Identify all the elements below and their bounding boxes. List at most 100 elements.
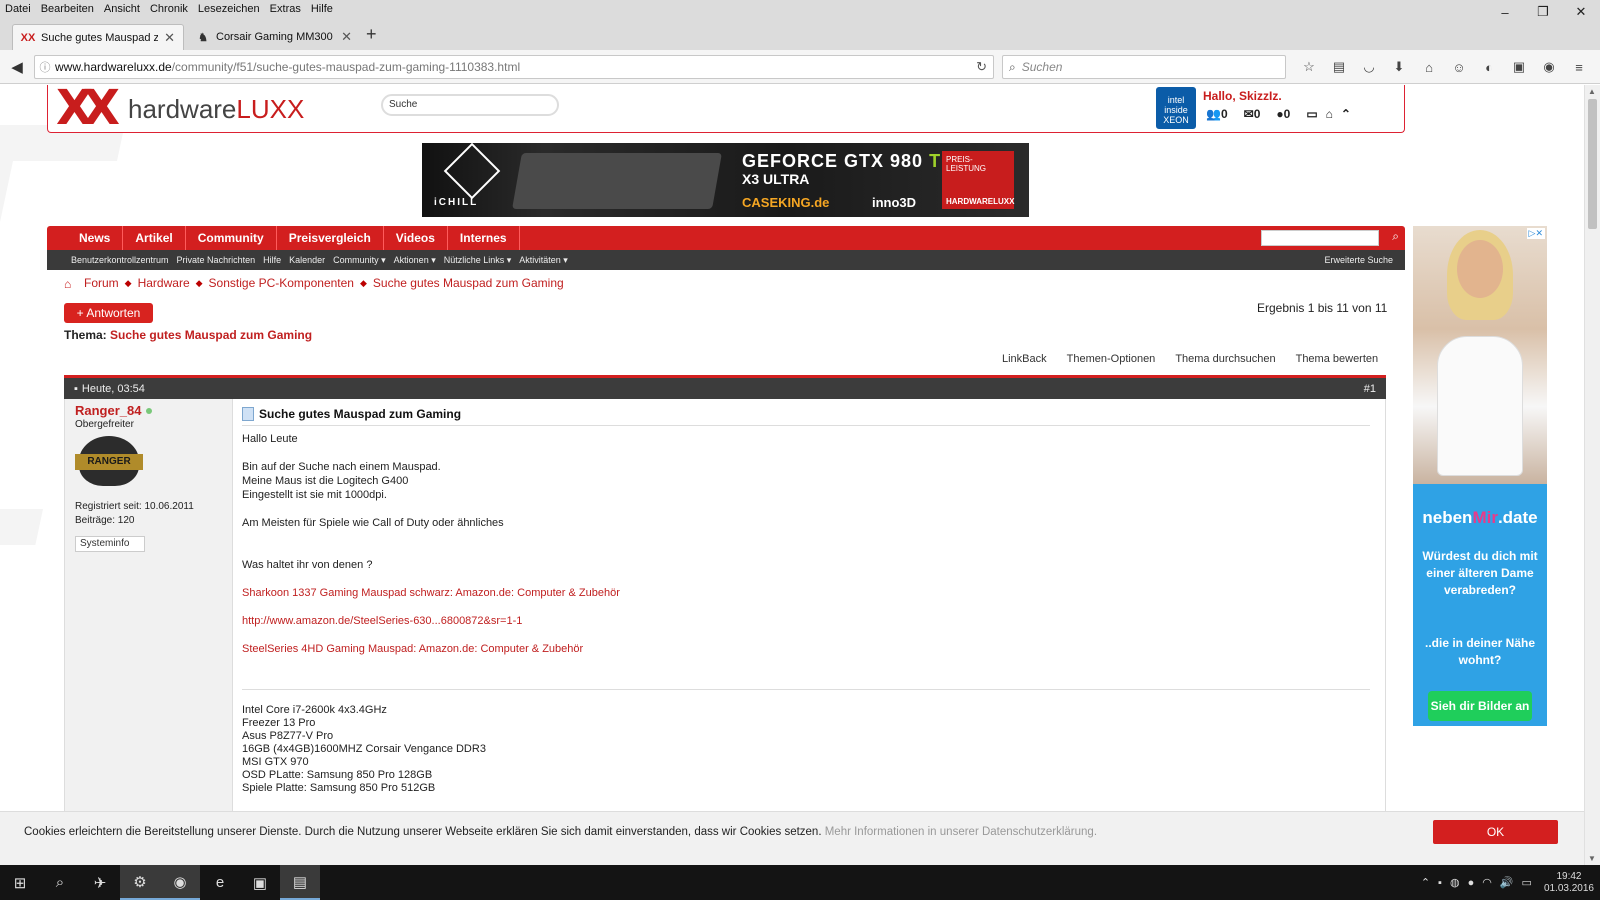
steam-icon[interactable]: ⚙ — [120, 865, 160, 900]
collapse-icon[interactable]: ⌃ — [1341, 107, 1351, 121]
nav-news[interactable]: News — [67, 226, 124, 250]
store-icon[interactable]: ▣ — [240, 865, 280, 900]
menu-datei[interactable]: Datei — [0, 3, 36, 15]
nav-search-icon[interactable]: ⌕ — [1392, 229, 1399, 244]
advanced-search-link[interactable]: Erweiterte Suche — [1324, 255, 1393, 265]
banner-shop: CASEKING.de — [742, 195, 830, 210]
profile-icon[interactable]: ●0 — [1276, 107, 1298, 121]
ad-cta-button[interactable]: Sieh dir Bilder an — [1428, 691, 1532, 721]
subnav-item[interactable]: Aktionen ▾ — [390, 255, 440, 266]
home-nav-icon[interactable]: ⌂ — [1326, 107, 1333, 121]
notifications-icon[interactable]: ▭ — [1522, 876, 1532, 889]
pocket-icon[interactable]: ◡ — [1354, 55, 1384, 79]
bird-app-icon[interactable]: ✈ — [80, 865, 120, 900]
nav-search-input[interactable] — [1261, 230, 1379, 246]
subnav-item[interactable]: Hilfe — [259, 255, 285, 265]
nav-videos[interactable]: Videos — [384, 226, 448, 250]
steam-tray-icon[interactable]: ◍ — [1450, 876, 1460, 889]
messages-icon[interactable]: ▭ — [1306, 107, 1317, 121]
product-link[interactable]: Sharkoon 1337 Gaming Mauspad schwarz: Am… — [242, 586, 1370, 600]
reload-icon[interactable]: ↻ — [976, 59, 987, 75]
avatar[interactable]: RANGER — [75, 434, 143, 490]
subnav-item[interactable]: Benutzerkontrollzentrum — [67, 255, 173, 265]
search-thread-link[interactable]: Thema durchsuchen — [1175, 353, 1275, 365]
privacy-link[interactable]: Mehr Informationen in unserer Datenschut… — [825, 826, 1097, 838]
thread-options-link[interactable]: Themen-Optionen — [1067, 353, 1156, 365]
site-logo-text[interactable]: hardwareLUXX — [128, 94, 304, 125]
network-icon[interactable]: ◠ — [1482, 876, 1492, 889]
hamburger-menu-icon[interactable]: ≡ — [1564, 55, 1594, 79]
norton-tray-icon[interactable]: ● — [1468, 877, 1475, 889]
menu-chronik[interactable]: Chronik — [145, 3, 193, 15]
subnav-item[interactable]: Community ▾ — [329, 255, 390, 266]
gpu-banner-ad[interactable]: iCHILL GEFORCE GTX 980 Ti X3 ULTRA CASEK… — [422, 142, 1029, 217]
new-tab-icon[interactable]: + — [366, 24, 377, 45]
tab-close-icon[interactable]: ✕ — [164, 30, 175, 46]
nav-preisvergleich[interactable]: Preisvergleich — [277, 226, 384, 250]
subnav-item[interactable]: Nützliche Links ▾ — [440, 255, 516, 266]
menu-extras[interactable]: Extras — [265, 3, 306, 15]
cookie-ok-button[interactable]: OK — [1433, 820, 1558, 844]
product-link[interactable]: SteelSeries 4HD Gaming Mauspad: Amazon.d… — [242, 642, 1370, 656]
linkback-link[interactable]: LinkBack — [1002, 353, 1047, 365]
gpu-tray-icon[interactable]: ▪ — [1438, 877, 1442, 889]
nav-internes[interactable]: Internes — [448, 226, 520, 250]
subnav-item[interactable]: Kalender — [285, 255, 329, 265]
subnav-item[interactable]: Aktivitäten ▾ — [515, 255, 572, 266]
site-search-input[interactable]: Suche — [381, 94, 559, 116]
extension-icon[interactable]: ◐ — [1474, 55, 1504, 79]
post-number[interactable]: #1 — [1364, 383, 1376, 395]
edge-icon[interactable]: e — [200, 865, 240, 900]
systeminfo-button[interactable]: Systeminfo — [75, 536, 145, 552]
breadcrumb-thread[interactable]: Suche gutes Mauspad zum Gaming — [373, 276, 564, 290]
tab-corsair[interactable]: ♞ Corsair Gaming MM300 A... ✕ — [188, 24, 360, 50]
volume-icon[interactable]: 🔊 — [1500, 876, 1514, 889]
tray-chevron-icon[interactable]: ⌃ — [1421, 876, 1430, 889]
scroll-up-icon[interactable]: ▲ — [1588, 87, 1596, 96]
menu-hilfe[interactable]: Hilfe — [306, 3, 338, 15]
download-icon[interactable]: ⬇ — [1384, 55, 1414, 79]
subnav-item[interactable]: Private Nachrichten — [173, 255, 260, 265]
ad-close-icon[interactable]: ▷✕ — [1526, 228, 1545, 239]
scroll-thumb[interactable] — [1588, 99, 1597, 229]
intel-xeon-badge[interactable]: intel inside XEON — [1156, 87, 1196, 129]
menu-lesezeichen[interactable]: Lesezeichen — [193, 3, 265, 15]
browser-search-input[interactable]: ⌕ Suchen — [1002, 55, 1286, 79]
nav-artikel[interactable]: Artikel — [123, 226, 186, 250]
reply-button[interactable]: + Antworten — [64, 303, 153, 323]
home-icon[interactable]: ⌂ — [1414, 55, 1444, 79]
scroll-down-icon[interactable]: ▼ — [1588, 854, 1596, 863]
sync-icon[interactable]: ◉ — [1534, 55, 1564, 79]
firefox-icon[interactable]: ◉ — [160, 865, 200, 900]
screenshot-icon[interactable]: ▣ — [1504, 55, 1534, 79]
reading-list-icon[interactable]: ▤ — [1324, 55, 1354, 79]
page-scrollbar[interactable]: ▲ ▼ — [1584, 85, 1600, 865]
tab-active[interactable]: XX Suche gutes Mauspad zu... ✕ — [12, 24, 184, 50]
app-window-icon[interactable]: ▤ — [280, 865, 320, 900]
breadcrumb-forum[interactable]: Forum — [84, 276, 119, 290]
forum-home-icon[interactable]: ⌂ — [64, 277, 78, 291]
breadcrumb-category[interactable]: Sonstige PC-Komponenten — [209, 276, 354, 290]
product-link[interactable]: http://www.amazon.de/SteelSeries-630...6… — [242, 614, 1370, 628]
clock[interactable]: 19:42 01.03.2016 — [1544, 871, 1594, 895]
menu-ansicht[interactable]: Ansicht — [99, 3, 145, 15]
hardwareluxx-logo-icon[interactable]: XX — [56, 85, 120, 132]
post-username[interactable]: Ranger_84 — [75, 403, 222, 418]
windows-start-icon[interactable]: ⊞ — [0, 865, 40, 900]
site-info-icon[interactable]: ⓘ — [35, 59, 55, 75]
nav-community[interactable]: Community — [186, 226, 277, 250]
tab-close-icon[interactable]: ✕ — [341, 29, 352, 45]
back-icon[interactable]: ◀ — [5, 55, 29, 79]
cookie-text: Cookies erleichtern die Bereitstellung u… — [24, 826, 1098, 838]
menu-bearbeiten[interactable]: Bearbeiten — [36, 3, 99, 15]
mail-icon[interactable]: ✉0 — [1244, 107, 1269, 121]
rate-thread-link[interactable]: Thema bewerten — [1296, 353, 1379, 365]
breadcrumb-hardware[interactable]: Hardware — [138, 276, 190, 290]
url-bar[interactable]: ⓘ www.hardwareluxx.de/community/f51/such… — [34, 55, 994, 79]
chat-icon[interactable]: ☺ — [1444, 55, 1474, 79]
side-ad[interactable]: ▷✕ nebenMir.date Würdest du dich mit ein… — [1413, 226, 1547, 726]
bookmark-star-icon[interactable]: ☆ — [1294, 55, 1324, 79]
friends-icon[interactable]: 👥0 — [1206, 107, 1236, 121]
search-icon[interactable]: ⌕ — [40, 865, 80, 900]
user-greeting[interactable]: Hallo, SkizzIz. — [1203, 89, 1282, 103]
